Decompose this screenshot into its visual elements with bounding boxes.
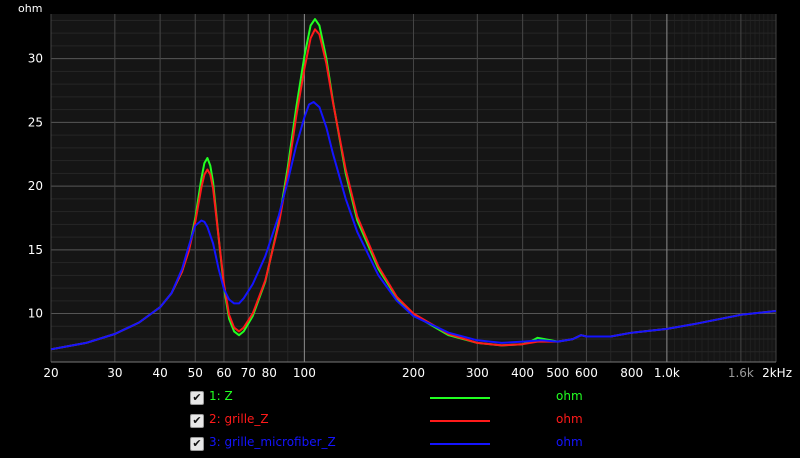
x-tick-label: 600 <box>575 366 598 380</box>
x-tick-label: 300 <box>466 366 489 380</box>
x-tick-label: 50 <box>188 366 203 380</box>
series-2-label: 2: grille_Z <box>209 412 269 426</box>
legend-row-1[interactable]: ✔ 1: Z ohm <box>0 388 800 411</box>
series-1-checkbox[interactable]: ✔ <box>190 391 204 405</box>
series-1-unit: ohm <box>556 389 583 403</box>
series-2-checkbox[interactable]: ✔ <box>190 414 204 428</box>
y-tick-label: 30 <box>28 52 43 66</box>
y-axis-label: ohm <box>18 2 42 15</box>
x-tick-label: 60 <box>216 366 231 380</box>
series-2-swatch <box>430 420 490 422</box>
x-tick-label: 400 <box>511 366 534 380</box>
x-tick-label: 500 <box>546 366 569 380</box>
series-1-label: 1: Z <box>209 389 233 403</box>
x-tick-label: 100 <box>293 366 316 380</box>
y-tick-label: 25 <box>28 115 43 129</box>
x-tick-label: 1.0k <box>654 366 680 380</box>
y-tick-label: 20 <box>28 179 43 193</box>
series-3-checkbox[interactable]: ✔ <box>190 437 204 451</box>
y-tick-label: 10 <box>28 307 43 321</box>
x-tick-label: 70 <box>241 366 256 380</box>
x-tick-label: 40 <box>152 366 167 380</box>
legend-row-2[interactable]: ✔ 2: grille_Z ohm <box>0 411 800 434</box>
x-tick-label: 30 <box>107 366 122 380</box>
x-tick-label: 20 <box>43 366 58 380</box>
legend-row-3[interactable]: ✔ 3: grille_microfiber_Z ohm <box>0 434 800 457</box>
x-tick-label: 200 <box>402 366 425 380</box>
y-tick-label: 15 <box>28 243 43 257</box>
series-3-swatch <box>430 443 490 445</box>
series-1-swatch <box>430 397 490 399</box>
series-2-unit: ohm <box>556 412 583 426</box>
x-tick-label: 2kHz <box>762 366 792 380</box>
series-3-label: 3: grille_microfiber_Z <box>209 435 336 449</box>
x-tick-label: 1.6k <box>728 366 754 380</box>
series-3-unit: ohm <box>556 435 583 449</box>
x-tick-label: 800 <box>620 366 643 380</box>
x-tick-label: 80 <box>262 366 277 380</box>
